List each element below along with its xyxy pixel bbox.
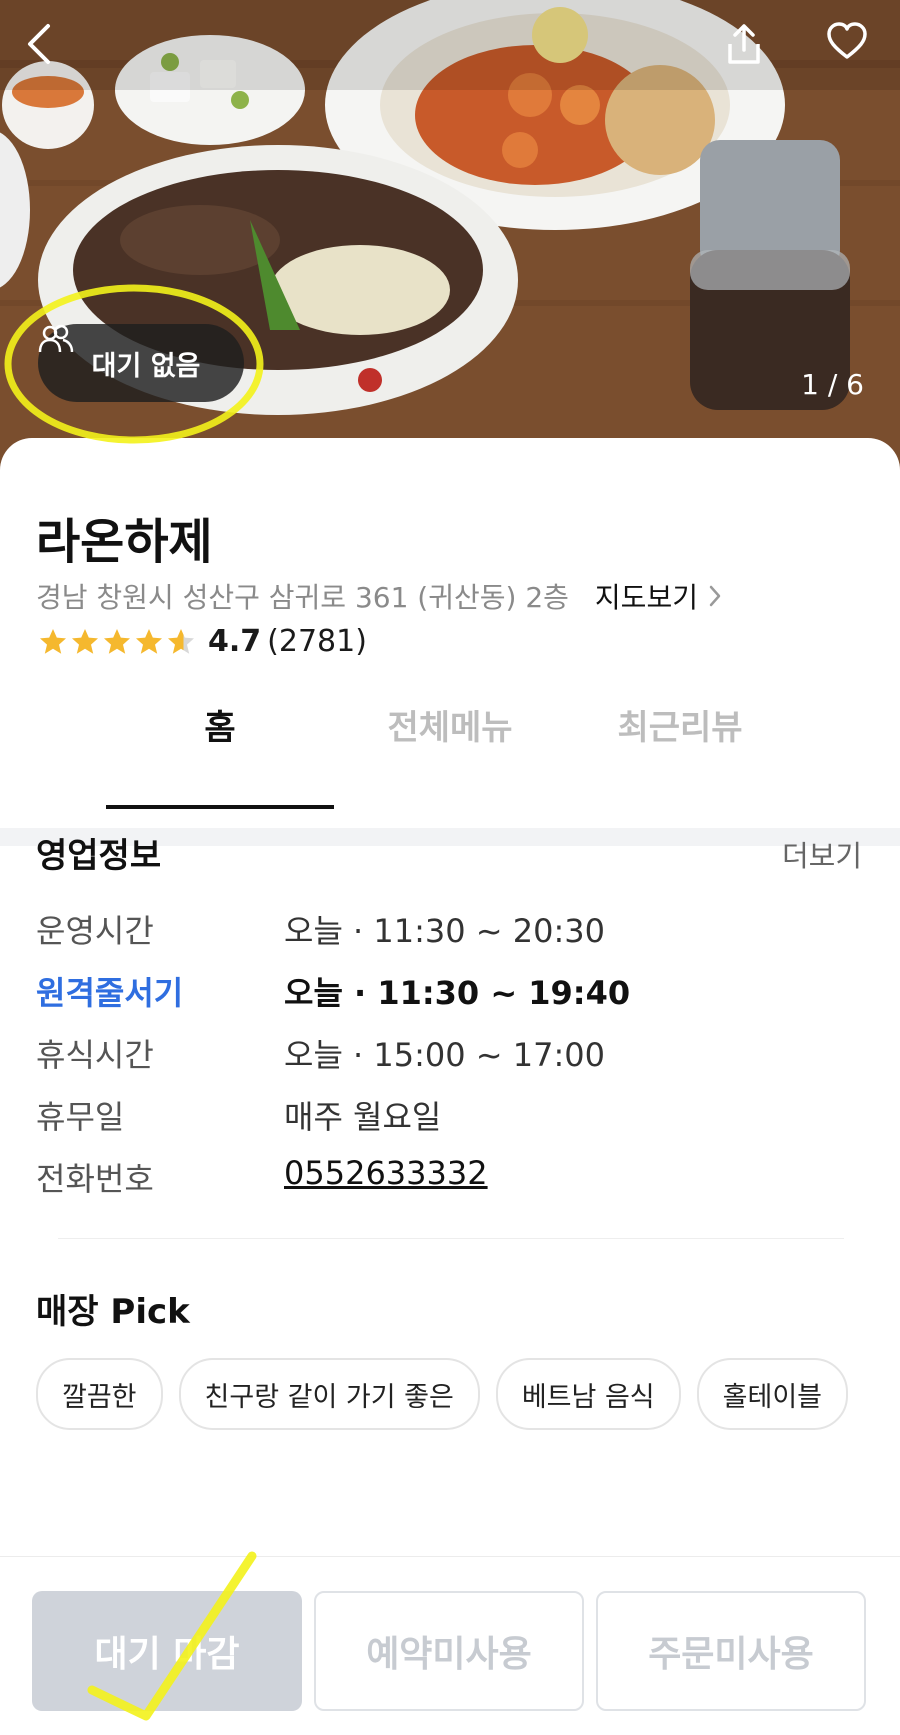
divider	[58, 1238, 844, 1239]
info-label: 운영시간	[36, 912, 154, 950]
phone-number-link[interactable]: 0552633332	[284, 1154, 488, 1200]
store-pick-chips: 깔끔한 친구랑 같이 가기 좋은 베트남 음식 홀테이블	[36, 1358, 849, 1430]
info-value: 오늘 · 11:30 ~ 20:30	[284, 912, 605, 950]
store-name: 라온하제	[36, 514, 213, 570]
rating-score: 4.7	[208, 624, 262, 659]
pick-chip[interactable]: 홀테이블	[696, 1358, 849, 1430]
info-row-hours: 운영시간 오늘 · 11:30 ~ 20:30	[36, 906, 605, 952]
pick-chip[interactable]: 베트남 음식	[495, 1358, 681, 1430]
info-label: 원격줄서기	[36, 974, 184, 1012]
wait-status-badge: 대기 없음	[38, 324, 244, 402]
rating-row: 4.7 (2781)	[38, 624, 367, 659]
info-label: 전화번호	[36, 1160, 154, 1198]
star-rating	[38, 627, 198, 657]
review-count: (2781)	[267, 624, 367, 659]
photo-page-counter: 1 / 6	[801, 368, 864, 401]
info-row-closed-day: 휴무일 매주 월요일	[36, 1092, 441, 1138]
order-disabled-button[interactable]: 주문미사용	[596, 1591, 866, 1711]
info-value: 오늘 · 15:00 ~ 17:00	[284, 1036, 605, 1074]
chevron-right-icon	[709, 585, 721, 607]
back-chevron-icon[interactable]	[24, 22, 72, 70]
pick-chip[interactable]: 깔끔한	[36, 1358, 163, 1430]
info-row-remote-queue: 원격줄서기 오늘 · 11:30 ~ 19:40	[36, 968, 630, 1014]
pick-chip[interactable]: 친구랑 같이 가기 좋은	[178, 1358, 480, 1430]
info-label: 휴무일	[36, 1098, 125, 1136]
store-pick-title: 매장 Pick	[36, 1292, 190, 1332]
map-view-link[interactable]: 지도보기	[595, 576, 722, 616]
address-row: 경남 창원시 성산구 삼귀로 361 (귀산동) 2층 지도보기	[36, 576, 722, 616]
business-info-title: 영업정보	[36, 836, 162, 876]
tab-bar: 홈 전체메뉴 최근리뷰	[0, 700, 900, 786]
info-value: 매주 월요일	[284, 1098, 442, 1136]
heart-icon[interactable]	[826, 22, 874, 70]
info-row-phone: 전화번호 0552633332	[36, 1154, 488, 1200]
wait-status-label: 대기 없음	[91, 350, 201, 382]
hero-photo[interactable]: 대기 없음 1 / 6	[0, 0, 900, 470]
tab-recent-reviews[interactable]: 최근리뷰	[566, 700, 794, 749]
store-detail-sheet: 라온하제 경남 창원시 성산구 삼귀로 361 (귀산동) 2층 지도보기 4.…	[0, 438, 900, 1734]
store-address: 경남 창원시 성산구 삼귀로 361 (귀산동) 2층	[36, 581, 569, 614]
bottom-action-bar: 대기 마감 예약미사용 주문미사용	[0, 1556, 900, 1735]
business-info-more-link[interactable]: 더보기	[782, 833, 862, 875]
info-value: 오늘 · 11:30 ~ 19:40	[284, 974, 631, 1012]
map-view-label: 지도보기	[594, 581, 698, 614]
info-label: 휴식시간	[36, 1036, 154, 1074]
info-row-break-time: 휴식시간 오늘 · 15:00 ~ 17:00	[36, 1030, 605, 1076]
tab-active-indicator	[106, 805, 334, 809]
tab-home[interactable]: 홈	[106, 700, 334, 749]
star-icon	[40, 628, 194, 654]
share-icon[interactable]	[724, 22, 772, 70]
reservation-disabled-button[interactable]: 예약미사용	[314, 1591, 584, 1711]
wait-closed-button[interactable]: 대기 마감	[32, 1591, 302, 1711]
tab-full-menu[interactable]: 전체메뉴	[336, 700, 564, 749]
